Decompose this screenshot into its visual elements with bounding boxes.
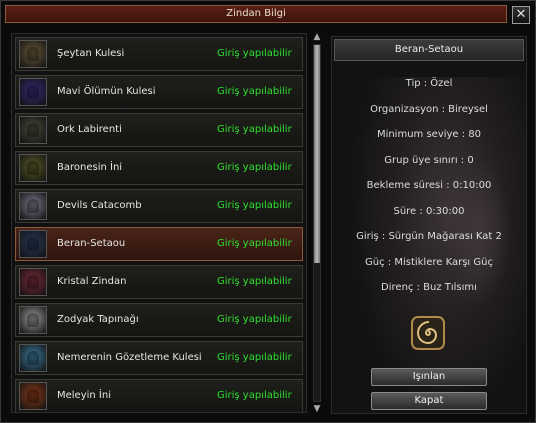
dungeon-row[interactable]: Beran-Setaou Giriş yapılabilir: [15, 227, 303, 261]
close-button[interactable]: Kapat: [371, 392, 487, 410]
dungeon-status: Giriş yapılabilir: [217, 200, 292, 211]
detail-info-line: Tip : Özel: [405, 78, 453, 89]
dungeon-status: Giriş yapılabilir: [217, 124, 292, 135]
dungeon-list: Şeytan Kulesi Giriş yapılabilir Mavi Ölümü…: [11, 33, 307, 413]
dungeon-name: Beran-Setaou: [57, 238, 126, 249]
dungeon-status: Giriş yapılabilir: [217, 352, 292, 363]
devils-catacomb-icon: [19, 192, 47, 220]
dungeon-row[interactable]: Mavi Ölümün Kulesi Giriş yapılabilir: [15, 75, 303, 109]
teleport-button[interactable]: Işınlan: [371, 368, 487, 386]
detail-info-line: Direnç : Buz Tılsımı: [381, 282, 477, 293]
dungeon-status: Giriş yapılabilir: [217, 390, 292, 401]
scroll-thumb[interactable]: [314, 45, 320, 263]
detail-info-line: Giriş : Sürgün Mağarası Kat 2: [356, 231, 502, 242]
dungeon-name: Nemerenin Gözetleme Kulesi: [57, 352, 202, 363]
detail-info-line: Güç : Mistiklere Karşı Güç: [365, 256, 493, 268]
list-scrollbar[interactable]: ▲ ▼: [310, 32, 324, 414]
dungeon-status: Giriş yapılabilir: [217, 48, 292, 59]
blue-death-tower-icon: [19, 78, 47, 106]
crystal-dungeon-icon: [19, 268, 47, 296]
dungeon-name: Şeytan Kulesi: [57, 48, 125, 59]
window-title: Zindan Bilgi: [5, 5, 507, 23]
demon-tower-icon: [19, 40, 47, 68]
detail-title: Beran-Setaou: [334, 39, 524, 61]
zodiac-temple-icon: [19, 306, 47, 334]
dungeon-row[interactable]: Nemerenin Gözetleme Kulesi Giriş yapılabi…: [15, 341, 303, 375]
scroll-down-arrow-icon[interactable]: ▼: [312, 404, 322, 414]
dungeon-row[interactable]: Meleyin İni Giriş yapılabilir: [15, 379, 303, 412]
dungeon-status: Giriş yapılabilir: [217, 276, 292, 287]
dungeon-detail-panel: Beran-Setaou Tip : Özel Organizasyon : Bi…: [331, 36, 527, 414]
detail-info-line: Grup üye sınırı : 0: [384, 154, 474, 166]
detail-info-line: Süre : 0:30:00: [393, 205, 465, 217]
nemere-watchtower-icon: [19, 344, 47, 372]
spiral-talisman-icon[interactable]: [411, 316, 445, 350]
meley-lair-icon: [19, 382, 47, 410]
detail-info-line: Organizasyon : Bireysel: [370, 103, 488, 115]
dungeon-name: Baronesin İni: [57, 162, 123, 173]
dungeon-name: Devils Catacomb: [57, 200, 142, 211]
close-window-button[interactable]: ✕: [512, 6, 530, 24]
dungeon-name: Mavi Ölümün Kulesi: [57, 86, 156, 97]
dungeon-status: Giriş yapılabilir: [217, 162, 292, 173]
dungeon-row[interactable]: Kristal Zindan Giriş yapılabilir: [15, 265, 303, 299]
dungeon-row[interactable]: Baronesin İni Giriş yapılabilir: [15, 151, 303, 185]
scroll-up-arrow-icon[interactable]: ▲: [312, 32, 322, 42]
scroll-track[interactable]: [313, 44, 321, 402]
dungeon-info-window: Zindan Bilgi ✕ Şeytan Kulesi Giriş yapıla…: [0, 0, 536, 423]
orc-maze-icon: [19, 116, 47, 144]
dungeon-name: Zodyak Tapınağı: [57, 314, 139, 325]
baroness-lair-icon: [19, 154, 47, 182]
dungeon-status: Giriş yapılabilir: [217, 238, 292, 249]
dungeon-status: Giriş yapılabilir: [217, 86, 292, 97]
dungeon-row[interactable]: Zodyak Tapınağı Giriş yapılabilir: [15, 303, 303, 337]
detail-info-line: Bekleme süresi : 0:10:00: [366, 180, 492, 191]
dungeon-row[interactable]: Şeytan Kulesi Giriş yapılabilir: [15, 37, 303, 71]
beran-setaou-icon: [19, 230, 47, 258]
dungeon-row[interactable]: Ork Labirenti Giriş yapılabilir: [15, 113, 303, 147]
dungeon-name: Kristal Zindan: [57, 276, 127, 287]
dungeon-status: Giriş yapılabilir: [217, 314, 292, 325]
dungeon-name: Ork Labirenti: [57, 124, 122, 135]
dungeon-name: Meleyin İni: [57, 390, 111, 401]
dungeon-row[interactable]: Devils Catacomb Giriş yapılabilir: [15, 189, 303, 223]
detail-info-line: Minimum seviye : 80: [376, 129, 482, 140]
